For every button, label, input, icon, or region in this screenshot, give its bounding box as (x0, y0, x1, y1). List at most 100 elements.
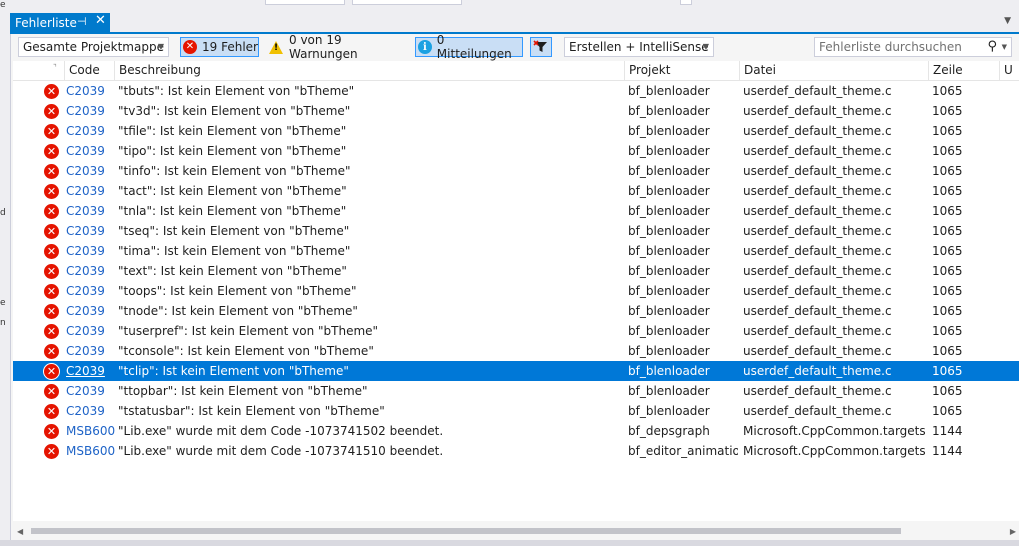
cell-code[interactable]: C2039 (66, 201, 116, 221)
table-row[interactable]: ✕ MSB6006"Lib.exe" wurde mit dem Code -10… (13, 421, 1019, 441)
scope-select[interactable]: Gesamte Projektmappe ▼ (18, 37, 169, 57)
cell-line: 1065 (932, 384, 963, 398)
cell-description: "tv3d": Ist kein Element von "bTheme" (118, 104, 351, 118)
table-row[interactable]: ✕ C2039 "tv3d": Ist kein Element von "bThe… (13, 101, 1019, 121)
cell-file: userdef_default_theme.c (743, 404, 892, 418)
table-row[interactable]: ✕ C2039 "tima": Ist kein Element von "bThe… (13, 241, 1019, 261)
scroll-right-icon[interactable]: ▶ (1010, 527, 1016, 536)
cell-code[interactable]: C2039 (66, 301, 116, 321)
cell-file: userdef_default_theme.c (743, 284, 892, 298)
tab-title: Fehlerliste (15, 15, 77, 30)
table-row[interactable]: ✕ C2039 "tseq": Ist kein Element von "bThe… (13, 221, 1019, 241)
error-icon: ✕ (44, 424, 59, 439)
cell-project: bf_blenloader (628, 84, 710, 98)
cell-code[interactable]: C2039 (66, 261, 116, 281)
cell-file: userdef_default_theme.c (743, 224, 892, 238)
cell-code[interactable]: C2039 (66, 281, 116, 301)
build-source-select[interactable]: Erstellen + IntelliSense ▼ (564, 37, 714, 57)
error-icon: ✕ (44, 224, 59, 239)
filter-toggle-button[interactable] (530, 37, 552, 57)
cell-line: 1065 (932, 404, 963, 418)
column-header-description[interactable]: Beschreibung (114, 61, 624, 80)
cell-description: "tnla": Ist kein Element von "bTheme" (118, 204, 347, 218)
cell-line: 1065 (932, 124, 963, 138)
cell-file: userdef_default_theme.c (743, 304, 892, 318)
horizontal-scrollbar[interactable]: ◀ ▶ (13, 526, 1019, 536)
table-header: ⌝ Code Beschreibung Projekt Datei Zeile … (13, 61, 1019, 81)
cell-code[interactable]: C2039 (66, 401, 116, 421)
search-options-chevron-icon[interactable]: ▼ (1002, 43, 1007, 51)
top-strip (0, 0, 1019, 12)
table-row[interactable]: ✕ C2039 "toops": Ist kein Element von "bTh… (13, 281, 1019, 301)
search-input[interactable]: Fehlerliste durchsuchen ⚲ ▼ (814, 37, 1012, 57)
table-row[interactable]: ✕ C2039 "tconsole": Ist kein Element von "… (13, 341, 1019, 361)
error-icon: ✕ (44, 164, 59, 179)
cell-project: bf_blenloader (628, 384, 710, 398)
table-row[interactable]: ✕ C2039 "tfile": Ist kein Element von "bTh… (13, 121, 1019, 141)
cell-code[interactable]: MSB6006 (66, 441, 116, 461)
error-icon: ✕ (44, 144, 59, 159)
column-header-code[interactable]: Code (64, 61, 114, 80)
cell-project: bf_blenloader (628, 344, 710, 358)
warnings-filter-button[interactable]: 0 von 19 Warnungen (265, 33, 408, 61)
cell-code[interactable]: C2039 (66, 221, 116, 241)
window-menu-chevron-icon[interactable]: ▼ (1004, 16, 1011, 26)
column-header-extra[interactable]: U (999, 61, 1019, 80)
table-row[interactable]: ✕ C2039 "tuserpref": Ist kein Element von … (13, 321, 1019, 341)
cell-code[interactable]: C2039 (66, 361, 116, 381)
column-chooser-icon[interactable]: ⌝ (53, 63, 57, 72)
error-icon: ✕ (44, 404, 59, 419)
messages-filter-label: 0 Mitteilungen (436, 33, 512, 61)
column-header-file[interactable]: Datei (739, 61, 928, 80)
cell-code[interactable]: C2039 (66, 81, 116, 101)
error-list-toolbar: Gesamte Projektmappe ▼ ✕ 19 Fehler 0 von… (11, 33, 1019, 62)
tab-error-list[interactable]: Fehlerliste ⊣ ✕ (10, 13, 110, 32)
cell-description: "tima": Ist kein Element von "bTheme" (118, 244, 351, 258)
cell-file: userdef_default_theme.c (743, 204, 892, 218)
scrollbar-thumb[interactable] (31, 528, 901, 534)
messages-filter-button[interactable]: i 0 Mitteilungen (415, 33, 523, 61)
cell-description: "tuserpref": Ist kein Element von "bThem… (118, 324, 379, 338)
cell-project: bf_blenloader (628, 404, 710, 418)
column-header-project[interactable]: Projekt (624, 61, 739, 80)
cell-project: bf_blenloader (628, 144, 710, 158)
pin-icon[interactable]: ⊣ (77, 15, 87, 28)
cell-code[interactable]: C2039 (66, 121, 116, 141)
table-row[interactable]: ✕ C2039 "ttopbar": Ist kein Element von "b… (13, 381, 1019, 401)
cell-code[interactable]: C2039 (66, 321, 116, 341)
cell-description: "text": Ist kein Element von "bTheme" (118, 264, 347, 278)
cell-code[interactable]: C2039 (66, 141, 116, 161)
cell-description: "tstatusbar": Ist kein Element von "bThe… (118, 404, 385, 418)
cell-description: "toops": Ist kein Element von "bTheme" (118, 284, 357, 298)
cell-line: 1065 (932, 84, 963, 98)
close-icon[interactable]: ✕ (95, 13, 106, 28)
cell-line: 1144 (932, 424, 963, 438)
table-row[interactable]: ✕ MSB6006"Lib.exe" wurde mit dem Code -10… (13, 441, 1019, 461)
cell-code[interactable]: C2039 (66, 101, 116, 121)
table-row[interactable]: ✕ C2039 "tnla": Ist kein Element von "bThe… (13, 201, 1019, 221)
cell-code[interactable]: C2039 (66, 161, 116, 181)
cell-project: bf_blenloader (628, 164, 710, 178)
table-row[interactable]: ✕ C2039 "tact": Ist kein Element von "bThe… (13, 181, 1019, 201)
errors-filter-button[interactable]: ✕ 19 Fehler (180, 37, 259, 57)
cell-code[interactable]: C2039 (66, 241, 116, 261)
column-header-line[interactable]: Zeile (928, 61, 999, 80)
error-icon: ✕ (44, 284, 59, 299)
cell-code[interactable]: C2039 (66, 381, 116, 401)
left-edge-fragment: e (0, 0, 6, 10)
cell-file: userdef_default_theme.c (743, 144, 892, 158)
table-row[interactable]: ✕ C2039 "tinfo": Ist kein Element von "bTh… (13, 161, 1019, 181)
table-row[interactable]: ✕ C2039 "tstatusbar": Ist kein Element von… (13, 401, 1019, 421)
table-row[interactable]: ✕ C2039 "tipo": Ist kein Element von "bThe… (13, 141, 1019, 161)
cell-project: bf_blenloader (628, 304, 710, 318)
cell-code[interactable]: C2039 (66, 341, 116, 361)
scroll-left-icon[interactable]: ◀ (17, 527, 23, 536)
cell-project: bf_blenloader (628, 204, 710, 218)
table-row[interactable]: ✕ C2039 "tclip": Ist kein Element von "bTh… (13, 361, 1019, 381)
cell-file: userdef_default_theme.c (743, 364, 892, 378)
table-row[interactable]: ✕ C2039 "tnode": Ist kein Element von "bTh… (13, 301, 1019, 321)
cell-code[interactable]: MSB6006 (66, 421, 116, 441)
cell-code[interactable]: C2039 (66, 181, 116, 201)
table-row[interactable]: ✕ C2039 "tbuts": Ist kein Element von "bTh… (13, 81, 1019, 101)
table-row[interactable]: ✕ C2039 "text": Ist kein Element von "bThe… (13, 261, 1019, 281)
